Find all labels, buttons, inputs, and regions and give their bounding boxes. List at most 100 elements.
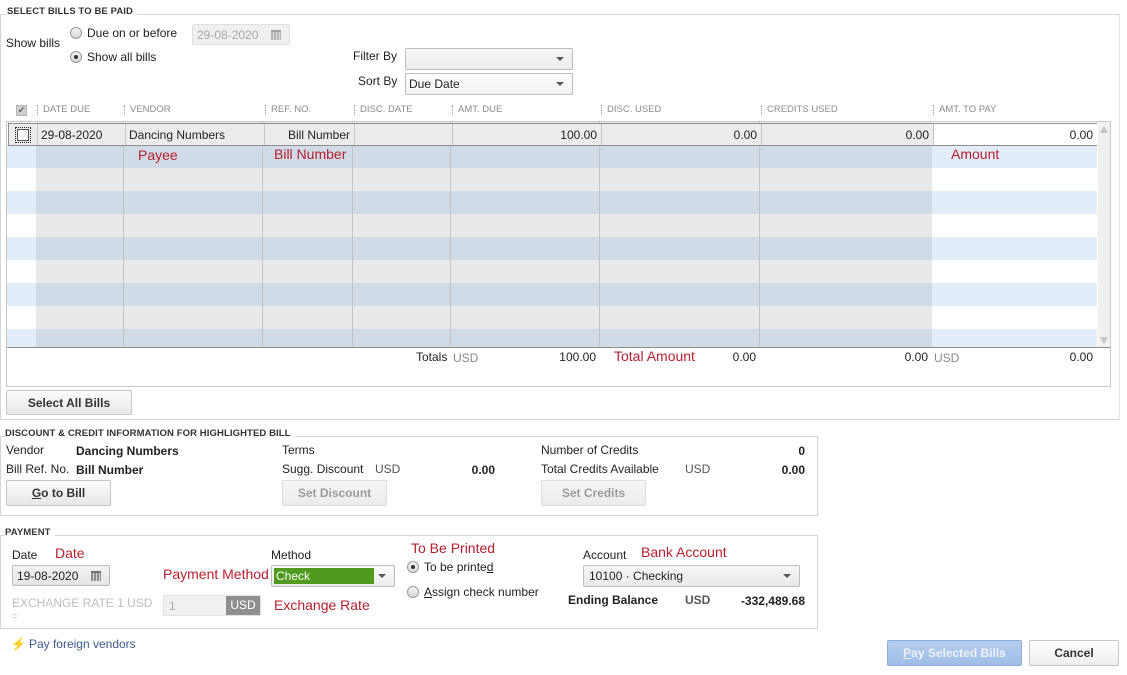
due-date-field[interactable]: 29-08-2020 [192,24,290,45]
grid-cell [7,145,36,168]
set-credits-button[interactable]: Set Credits [541,480,646,506]
cell-amt-to-pay[interactable]: 0.00 [934,124,1097,145]
grid-cell [7,237,36,260]
cancel-button[interactable]: Cancel [1029,640,1119,666]
cell-amt-due: 100.00 [453,124,602,145]
empty-table-row[interactable] [7,237,1097,260]
grid-cell [760,329,932,348]
dc-total-credits-value: 0.00 [781,463,805,477]
grid-cell [600,145,760,168]
grid-cell [932,191,1097,214]
grid-cell [7,191,36,214]
pay-selected-bills-button[interactable]: Pay Selected Bills [887,640,1022,666]
scroll-up-icon[interactable] [1100,126,1108,133]
table-row[interactable]: 29-08-2020 Dancing Numbers Bill Number 1… [8,123,1097,146]
totals-credits-used: 0.00 [904,350,928,364]
payment-date-value: 19-08-2020 [17,569,79,583]
select-all-bills-button[interactable]: Select All Bills [6,390,132,415]
grid-cell [760,145,932,168]
payment-title: PAYMENT [5,527,55,538]
calendar-icon[interactable] [91,570,101,581]
totals-amt-to-pay: 0.00 [1069,350,1093,364]
radio-circle[interactable] [70,27,82,39]
empty-table-row[interactable] [7,214,1097,237]
empty-table-row[interactable] [7,168,1097,191]
col-header-vendor[interactable]: VENDOR [124,104,171,115]
cell-vendor: Dancing Numbers [126,124,265,145]
bills-grid: 29-08-2020 Dancing Numbers Bill Number 1… [6,121,1111,387]
col-header-amt-due[interactable]: AMT. DUE [451,104,502,115]
select-all-header-checkbox[interactable]: ✔ [16,105,27,116]
exchange-rate-value: 1 [169,599,176,613]
payment-date-label: Date [12,548,38,562]
grid-cell [600,168,760,191]
radio-circle[interactable] [407,561,419,573]
radio-assign-check-number[interactable]: Assign check number [407,585,539,599]
grid-cell [451,145,600,168]
grid-cell [7,329,36,348]
grid-cell [451,214,600,237]
go-to-bill-button[interactable]: Go to Bill [6,480,111,506]
col-header-credits-used[interactable]: CREDITS USED [761,104,838,115]
empty-table-row[interactable] [7,306,1097,329]
col-header-amt-to-pay[interactable]: AMT. TO PAY [932,104,996,115]
annotation-bill-number: Bill Number [274,146,347,162]
method-value: Check [274,568,374,584]
annotation-amount: Amount [951,146,1000,162]
annotation-exchange-rate: Exchange Rate [274,597,370,613]
grid-cell [7,283,36,306]
grid-cell [36,168,124,191]
col-header-date-due[interactable]: DATE DUE [36,104,90,115]
dc-terms-label: Terms [282,443,315,457]
grid-cell [600,237,760,260]
dc-num-credits-value: 0 [798,444,805,458]
grid-cell [36,329,124,348]
calendar-icon[interactable] [271,29,281,40]
grid-cell [760,237,932,260]
dc-num-credits-label: Number of Credits [541,443,639,457]
radio-to-be-printed[interactable]: To be printed [407,560,493,574]
exchange-rate-field[interactable]: 1 USD [163,595,261,616]
row-checkbox[interactable] [17,128,29,141]
show-bills-label: Show bills [6,36,61,50]
grid-scrollbar[interactable] [1098,122,1110,348]
grid-cell [36,237,124,260]
col-header-disc-date[interactable]: DISC. DATE [354,104,413,115]
totals-disc-used: 0.00 [732,350,756,364]
grid-cell [124,237,263,260]
radio-circle[interactable] [407,586,419,598]
grid-cell [932,306,1097,329]
grid-cell [124,306,263,329]
radio-circle[interactable] [70,51,82,63]
col-header-disc-used[interactable]: DISC. USED [600,104,661,115]
grid-cell [124,283,263,306]
payment-date-field[interactable]: 19-08-2020 [12,565,110,586]
empty-table-row[interactable] [7,260,1097,283]
set-discount-button[interactable]: Set Discount [282,480,387,506]
empty-table-row[interactable] [7,283,1097,306]
radio-due-on-or-before[interactable]: Due on or before [70,26,177,40]
grid-cell [353,329,451,348]
radio-show-all-bills[interactable]: Show all bills [70,50,156,64]
cell-disc-used: 0.00 [602,124,762,145]
empty-table-row[interactable] [7,191,1097,214]
dc-sugg-discount-label: Sugg. Discount [282,462,364,476]
ending-balance-currency: USD [685,593,711,607]
scroll-down-icon[interactable] [1100,337,1108,344]
empty-table-row[interactable] [7,329,1097,348]
totals-amt-due: 100.00 [559,350,596,364]
filter-by-label: Filter By [353,49,398,63]
filter-by-dropdown[interactable] [405,48,573,70]
grid-cell [36,214,124,237]
grid-cell [932,168,1097,191]
grid-cell [353,283,451,306]
grid-cell [600,214,760,237]
sort-by-label: Sort By [358,74,398,88]
method-dropdown[interactable]: Check [271,565,395,587]
sort-by-dropdown[interactable]: Due Date [405,73,573,95]
pay-foreign-vendors-link[interactable]: ⚡ Pay foreign vendors [11,637,136,651]
col-header-ref-no[interactable]: REF. NO. [264,104,311,115]
account-dropdown[interactable]: 10100 · Checking [583,565,800,587]
row-checkbox-cell[interactable] [9,124,38,145]
grid-cell [263,329,353,348]
